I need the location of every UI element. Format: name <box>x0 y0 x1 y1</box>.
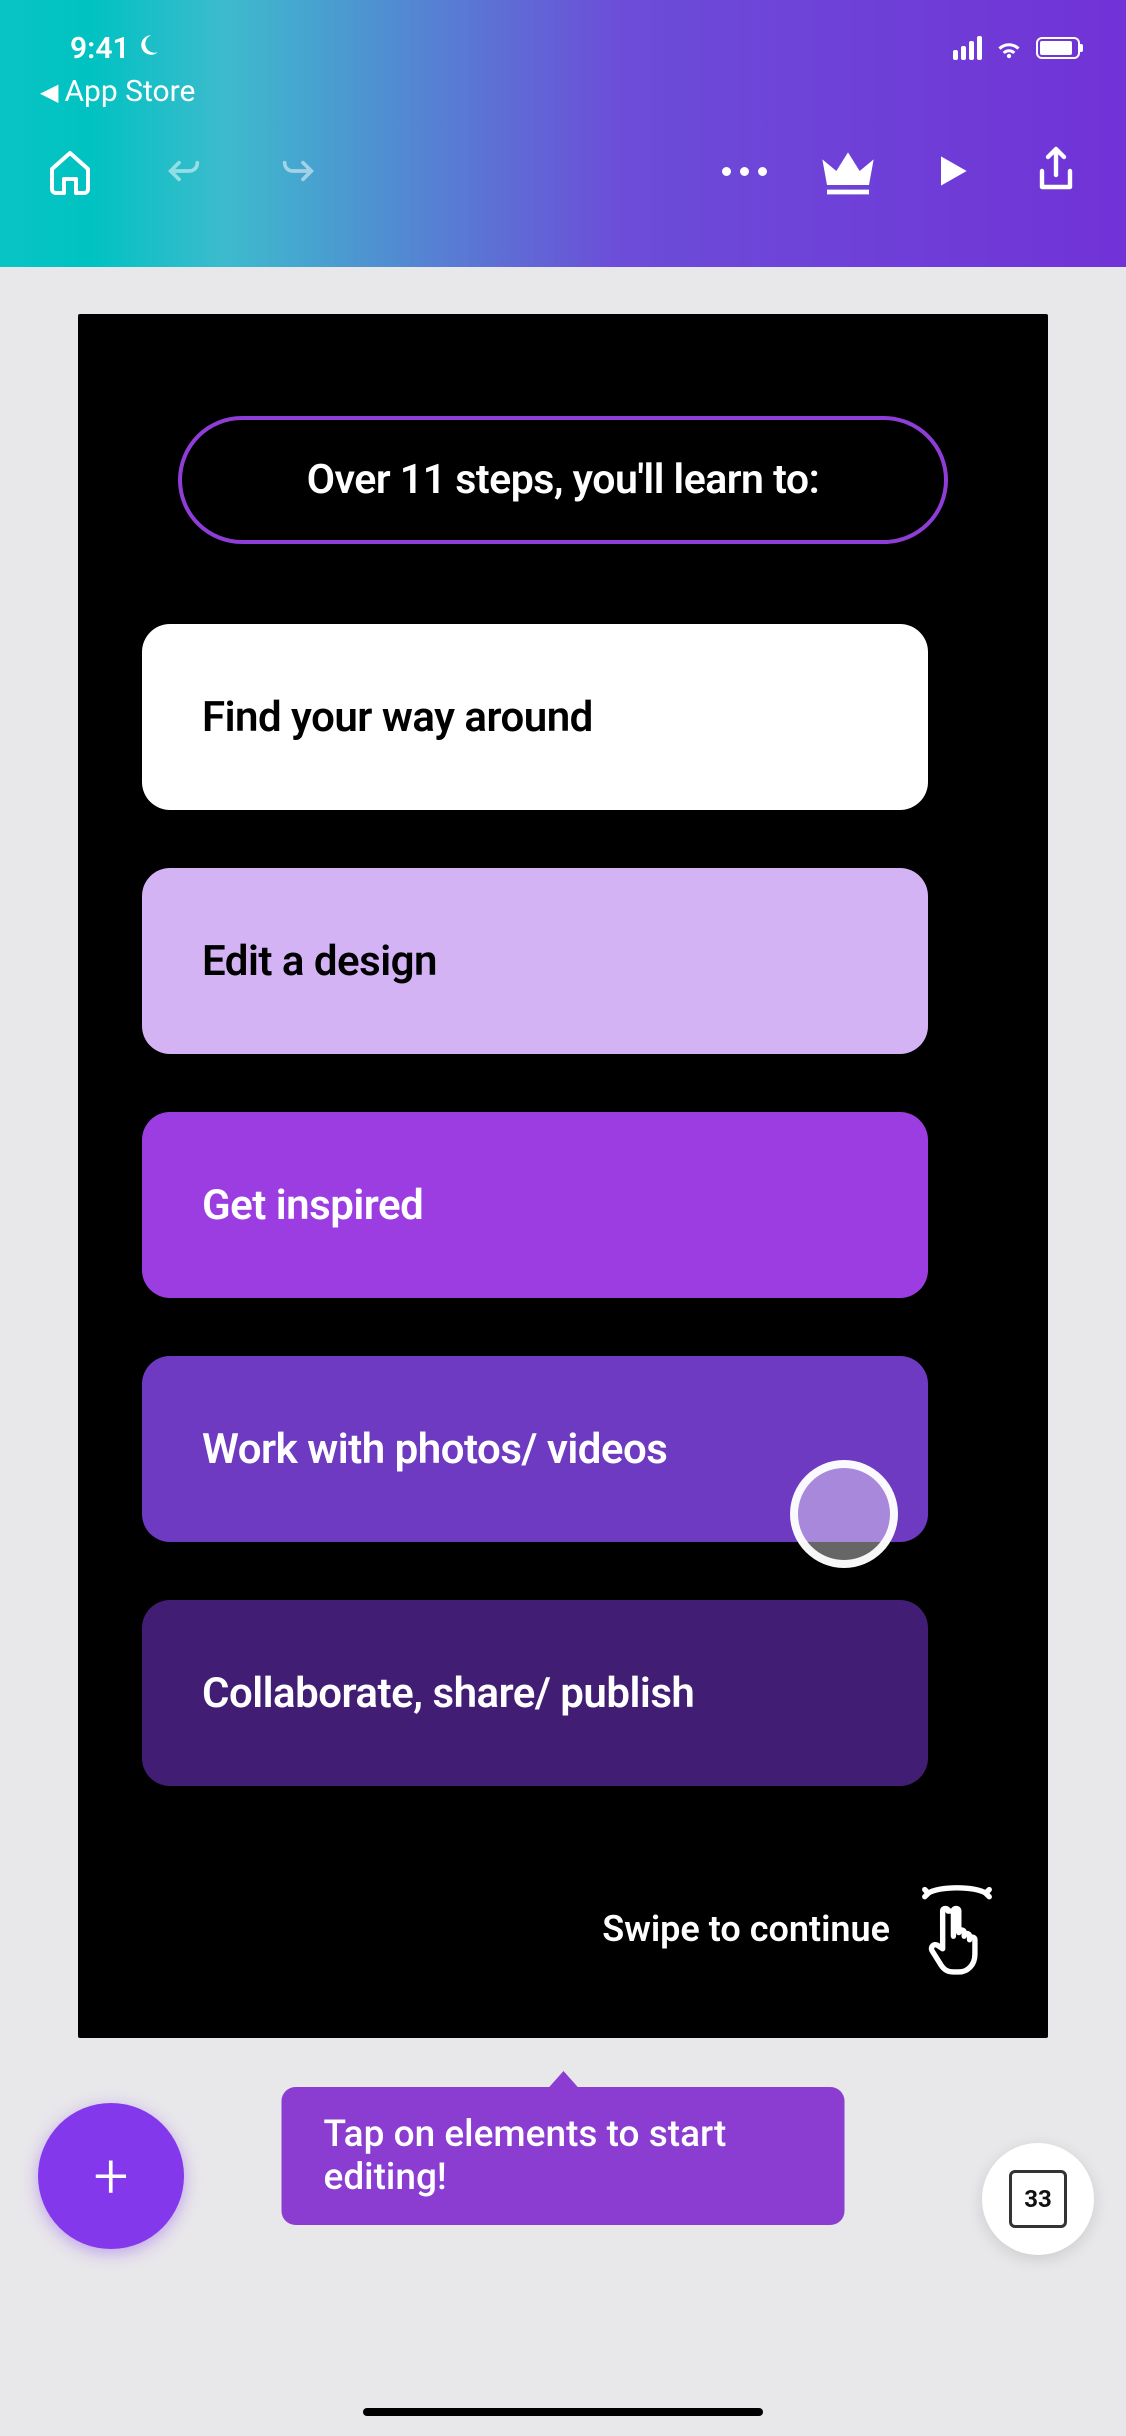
plus-icon: + <box>93 2140 128 2213</box>
back-caret-icon: ◀ <box>40 78 58 106</box>
more-dots-icon <box>722 167 767 176</box>
swipe-hint: Swipe to continue <box>602 1882 1000 1976</box>
undo-button[interactable] <box>156 143 212 199</box>
step-card-collaborate[interactable]: Collaborate, share/ publish <box>142 1600 928 1786</box>
tutorial-title-text: Over 11 steps, you'll learn to: <box>307 456 820 504</box>
step-card-get-inspired[interactable]: Get inspired <box>142 1112 928 1298</box>
home-button[interactable] <box>42 143 98 199</box>
home-indicator[interactable] <box>363 2408 763 2416</box>
more-button[interactable] <box>716 143 772 199</box>
step-card-label: Collaborate, share/ publish <box>202 1669 694 1718</box>
design-canvas[interactable]: Over 11 steps, you'll learn to: Find you… <box>78 314 1048 2038</box>
app-header: 9:41 ◀ App Store <box>0 0 1126 267</box>
wifi-icon <box>994 36 1024 60</box>
pages-button[interactable]: 33 <box>982 2143 1094 2255</box>
status-bar: 9:41 <box>0 0 1126 70</box>
onboarding-tooltip[interactable]: Tap on elements to start editing! <box>282 2087 845 2225</box>
battery-icon <box>1036 37 1080 59</box>
status-time-group: 9:41 <box>70 31 164 66</box>
step-card-edit-design[interactable]: Edit a design <box>142 868 928 1054</box>
status-right <box>953 36 1080 60</box>
editor-toolbar <box>0 109 1126 199</box>
add-element-fab[interactable]: + <box>38 2103 184 2249</box>
status-time: 9:41 <box>70 31 130 66</box>
pages-icon: 33 <box>1009 2170 1067 2228</box>
cellular-signal-icon <box>953 36 982 60</box>
tutorial-title-pill[interactable]: Over 11 steps, you'll learn to: <box>178 416 948 544</box>
share-export-button[interactable] <box>1028 143 1084 199</box>
canvas-area[interactable]: Over 11 steps, you'll learn to: Find you… <box>0 267 1126 2038</box>
do-not-disturb-icon <box>138 31 164 66</box>
back-app-label: App Store <box>64 74 195 109</box>
swipe-hint-text: Swipe to continue <box>602 1908 890 1950</box>
step-card-find-way[interactable]: Find your way around <box>142 624 928 810</box>
step-card-label: Get inspired <box>202 1181 423 1230</box>
redo-button[interactable] <box>270 143 326 199</box>
step-card-label: Find your way around <box>202 693 593 742</box>
play-preview-button[interactable] <box>924 143 980 199</box>
pro-crown-button[interactable] <box>820 143 876 199</box>
swipe-hand-icon <box>914 1882 1000 1976</box>
step-card-label: Work with photos/ videos <box>202 1425 667 1474</box>
step-card-label: Edit a design <box>202 937 437 986</box>
step-card-photos-videos[interactable]: Work with photos/ videos <box>142 1356 928 1542</box>
tooltip-text: Tap on elements to start editing! <box>324 2113 727 2199</box>
page-count: 33 <box>1024 2185 1052 2213</box>
back-to-app-button[interactable]: ◀ App Store <box>0 70 1126 109</box>
